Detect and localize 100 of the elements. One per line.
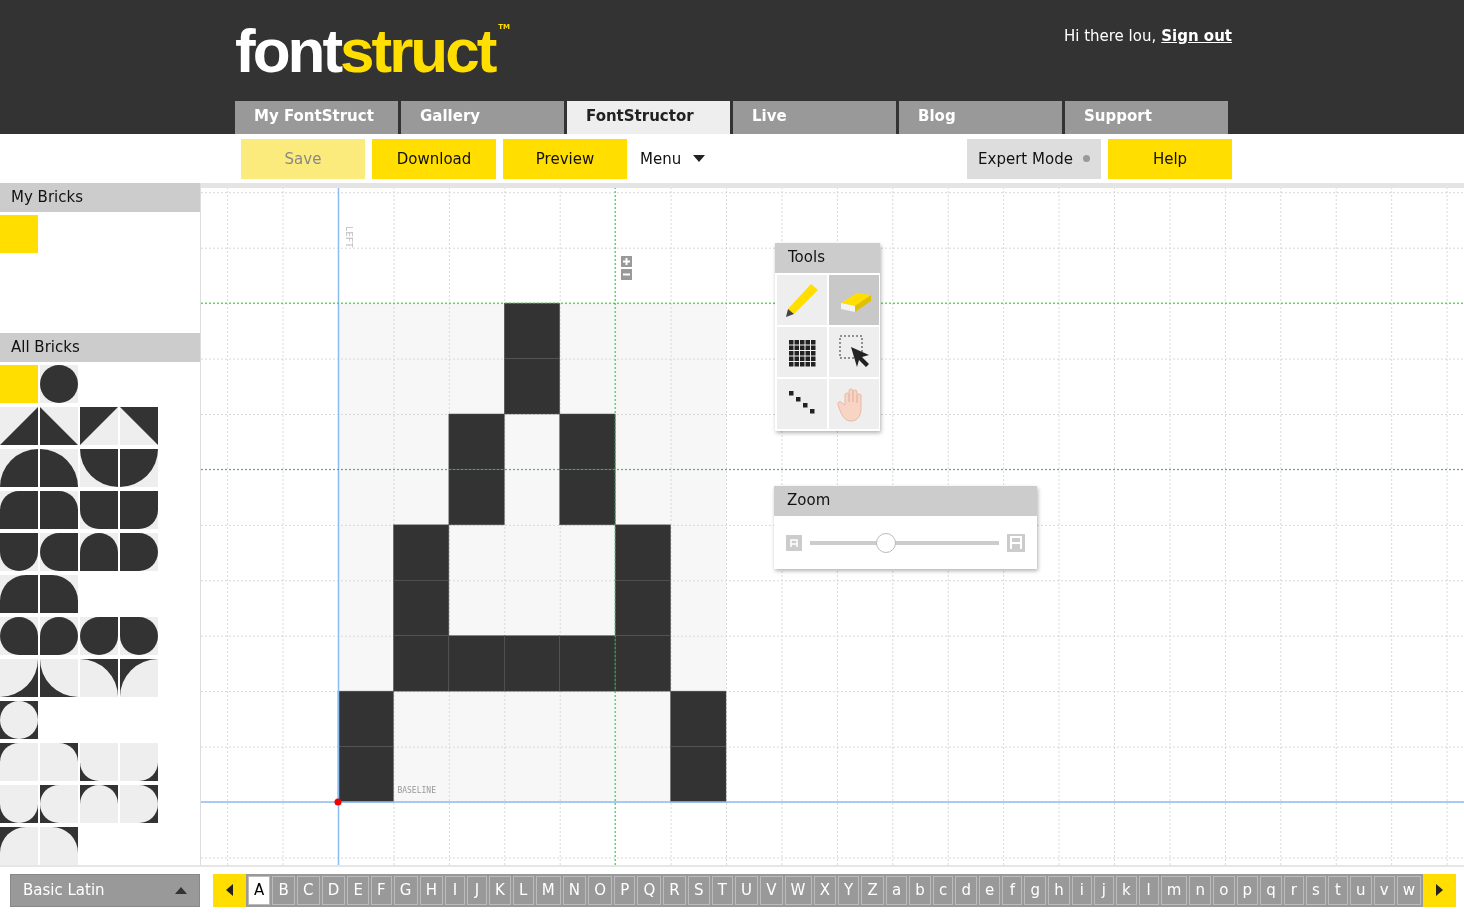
glyph-key[interactable]: W [784, 875, 812, 905]
glyph-key[interactable]: G [393, 875, 418, 905]
grid-cell[interactable] [448, 580, 505, 636]
glyph-key[interactable]: a [885, 875, 908, 905]
glyph-cell[interactable] [614, 635, 671, 692]
glyph-key[interactable]: X [813, 875, 836, 905]
grid-cell[interactable] [559, 580, 616, 636]
glyph-key[interactable]: g [1024, 875, 1047, 905]
brick-icon[interactable] [120, 533, 158, 571]
glyph-key[interactable]: B [272, 875, 295, 905]
glyph-cell[interactable] [670, 690, 727, 747]
grid-cell[interactable] [338, 414, 394, 470]
nav-tab[interactable]: FontStructor [567, 101, 730, 134]
glyph-cell[interactable] [614, 524, 671, 581]
grid-cell[interactable] [615, 746, 671, 802]
glyph-cell[interactable] [504, 302, 560, 359]
glyph-key[interactable]: E [347, 875, 369, 905]
nav-tab[interactable]: Gallery [401, 101, 564, 134]
glyph-key[interactable]: M [535, 875, 561, 905]
glyph-key[interactable]: R [663, 875, 686, 905]
brick-icon[interactable] [40, 617, 78, 655]
brick-icon[interactable] [40, 659, 78, 697]
grid-cell[interactable] [504, 469, 560, 525]
glyph-key[interactable]: V [760, 875, 783, 905]
glyph-key[interactable]: h [1048, 875, 1070, 905]
nav-tab[interactable]: Support [1065, 101, 1228, 134]
glyph-cell[interactable] [448, 635, 505, 692]
brick-icon[interactable] [80, 659, 118, 697]
grid-cell[interactable] [615, 414, 671, 470]
grid-cell[interactable] [615, 691, 671, 747]
brick-icon[interactable] [120, 617, 158, 655]
grid-cell[interactable] [448, 358, 505, 414]
glyph-cell[interactable] [393, 635, 450, 692]
brick-icon[interactable] [0, 407, 38, 445]
brick-icon[interactable] [40, 533, 78, 571]
grid-cell[interactable] [615, 303, 671, 359]
glyph-key[interactable]: Q [637, 875, 662, 905]
brick-icon[interactable] [80, 533, 118, 571]
grid-cell[interactable] [504, 414, 560, 470]
nav-tab[interactable]: Live [733, 101, 896, 134]
grid-cell[interactable] [615, 358, 671, 414]
grid-cell[interactable] [448, 746, 505, 802]
glyph-key[interactable]: J [467, 875, 487, 905]
glyph-key[interactable]: U [734, 875, 759, 905]
glyph-key[interactable]: t [1327, 875, 1348, 905]
glyph-key[interactable]: H [419, 875, 443, 905]
brick-icon[interactable] [40, 827, 78, 865]
tool-button[interactable] [777, 327, 827, 377]
glyph-key[interactable]: u [1349, 875, 1372, 905]
grid-cell[interactable] [338, 469, 394, 525]
brick-icon[interactable] [40, 365, 78, 403]
glyph-key[interactable]: S [687, 875, 710, 905]
glyph-key[interactable]: p [1236, 875, 1259, 905]
glyph-key[interactable]: L [513, 875, 534, 905]
brick-icon[interactable] [120, 743, 158, 781]
grid-cell[interactable] [393, 746, 449, 802]
nav-tab[interactable]: My FontStruct [235, 101, 398, 134]
nav-tab[interactable]: Blog [899, 101, 1062, 134]
glyph-key[interactable]: C [296, 875, 320, 905]
glyph-key[interactable]: f [1002, 875, 1023, 905]
glyph-key[interactable]: k [1115, 875, 1137, 905]
brick-icon[interactable] [40, 407, 78, 445]
grid-cell[interactable] [338, 303, 394, 359]
expert-mode-toggle[interactable]: Expert Mode [967, 138, 1101, 179]
brick-icon[interactable] [80, 785, 118, 823]
grid-cell[interactable] [393, 358, 449, 414]
glyph-cell[interactable] [393, 524, 450, 581]
glyph-key[interactable]: n [1189, 875, 1212, 905]
brick-icon[interactable] [0, 659, 38, 697]
glyph-key[interactable]: d [955, 875, 977, 905]
glyph-key[interactable]: D [321, 875, 346, 905]
grid-cell[interactable] [504, 691, 560, 747]
slider-thumb[interactable] [875, 532, 896, 553]
brick-icon[interactable] [80, 407, 118, 445]
brick-icon[interactable] [0, 827, 38, 865]
grid-cell[interactable] [393, 414, 449, 470]
brick-icon[interactable] [0, 533, 38, 571]
glyph-key[interactable]: s [1305, 875, 1326, 905]
glyph-cell[interactable] [670, 746, 727, 803]
brick-icon[interactable] [40, 491, 78, 529]
brick-icon[interactable] [120, 407, 158, 445]
glyph-key[interactable]: Z [861, 875, 884, 905]
glyph-key[interactable]: N [562, 875, 587, 905]
grid-cell[interactable] [393, 303, 449, 359]
glyph-key[interactable]: T [711, 875, 733, 905]
grid-cell[interactable] [670, 580, 726, 636]
glyph-cell[interactable] [337, 690, 394, 747]
previous-button[interactable] [213, 873, 246, 907]
glyph-key[interactable]: K [489, 875, 512, 905]
grid-cell[interactable] [559, 358, 616, 414]
glyph-cell[interactable] [337, 746, 394, 803]
grid-cell[interactable] [559, 303, 616, 359]
glyph-cell[interactable] [559, 469, 616, 526]
brick-icon[interactable] [80, 449, 118, 487]
grid-cell[interactable] [448, 524, 505, 581]
glyph-key[interactable]: j [1093, 875, 1114, 905]
glyph-cell[interactable] [393, 580, 450, 636]
glyph-key[interactable]: v [1373, 875, 1395, 905]
toolbar-button[interactable]: Download [372, 138, 496, 179]
grid-cell[interactable] [504, 746, 560, 802]
